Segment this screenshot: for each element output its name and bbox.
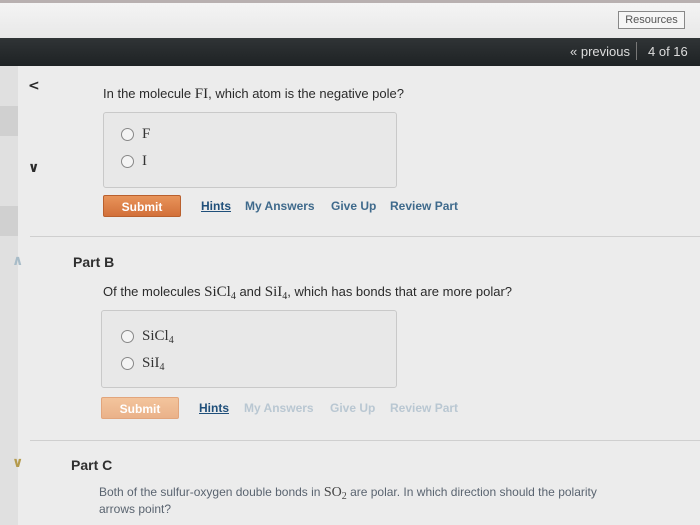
my-answers-link[interactable]: My Answers	[245, 199, 315, 213]
section-divider	[30, 236, 700, 237]
resources-button[interactable]: Resources	[618, 11, 685, 29]
molecule-formula: SiI4	[264, 284, 288, 302]
review-part-link[interactable]: Review Part	[390, 401, 458, 415]
option-label: F	[142, 126, 151, 142]
part-a-submit-button[interactable]: Submit	[103, 195, 181, 217]
option-label: SiCl4	[142, 328, 174, 346]
question-text: and	[235, 284, 265, 299]
option-label: SiI4	[142, 355, 165, 373]
molecule-formula: FI	[194, 86, 209, 102]
formula-base: SiI	[264, 284, 283, 300]
question-text: , which atom is the negative pole?	[208, 86, 404, 101]
formula-base: SiCl	[204, 284, 231, 300]
section-divider	[30, 440, 700, 441]
formula-subscript: 4	[159, 362, 165, 373]
top-header	[0, 0, 700, 38]
question-text: arrows point?	[99, 502, 172, 516]
previous-link[interactable]: « previous	[570, 44, 630, 59]
formula-base: SiI	[142, 355, 160, 371]
radio-button[interactable]	[121, 128, 134, 141]
hints-link[interactable]: Hints	[201, 199, 231, 213]
side-strip-block	[0, 106, 18, 136]
molecule-formula: SiCl4	[204, 284, 236, 302]
option-i[interactable]: I	[121, 153, 147, 170]
part-b-question: Of the molecules SiCl4 and SiI4, which h…	[103, 284, 513, 302]
give-up-link[interactable]: Give Up	[331, 199, 376, 213]
chevron-left-icon[interactable]: <	[28, 78, 40, 94]
option-f[interactable]: F	[121, 126, 150, 143]
option-sii4[interactable]: SiI4	[121, 355, 165, 373]
part-c-title[interactable]: Part C	[71, 457, 112, 473]
hints-link[interactable]: Hints	[199, 401, 229, 415]
formula-base: SiCl	[142, 328, 169, 344]
formula-base: SO	[323, 485, 342, 500]
part-b-title[interactable]: Part B	[73, 254, 114, 270]
question-text: Both of the sulfur-oxygen double bonds i…	[99, 485, 324, 499]
question-text: , which has bonds that are more polar?	[287, 284, 513, 299]
chevron-up-icon[interactable]: ∧	[12, 253, 23, 269]
question-text: In the molecule	[103, 86, 195, 101]
question-text: are polar. In which direction should the…	[346, 485, 597, 499]
radio-button[interactable]	[121, 330, 134, 343]
part-c-question: Both of the sulfur-oxygen double bonds i…	[99, 484, 694, 517]
option-label: I	[142, 153, 147, 169]
side-strip-block	[0, 206, 18, 236]
chevron-down-icon[interactable]: ∨	[28, 160, 39, 176]
molecule-formula: SO2	[323, 485, 347, 502]
option-sicl4[interactable]: SiCl4	[121, 328, 174, 346]
give-up-link[interactable]: Give Up	[330, 401, 375, 415]
radio-button[interactable]	[121, 357, 134, 370]
formula-subscript: 4	[168, 335, 174, 346]
page-counter: 4 of 16	[648, 44, 688, 59]
part-a-question: In the molecule FI, which atom is the ne…	[103, 86, 404, 103]
review-part-link[interactable]: Review Part	[390, 199, 458, 213]
part-b-submit-button[interactable]: Submit	[101, 397, 179, 419]
nav-separator	[636, 42, 637, 60]
chevron-down-icon[interactable]: ∨	[12, 455, 23, 471]
question-text: Of the molecules	[103, 284, 205, 299]
part-a-answer-box	[103, 112, 397, 188]
my-answers-link[interactable]: My Answers	[244, 401, 314, 415]
part-b-answer-box	[101, 310, 397, 388]
radio-button[interactable]	[121, 155, 134, 168]
